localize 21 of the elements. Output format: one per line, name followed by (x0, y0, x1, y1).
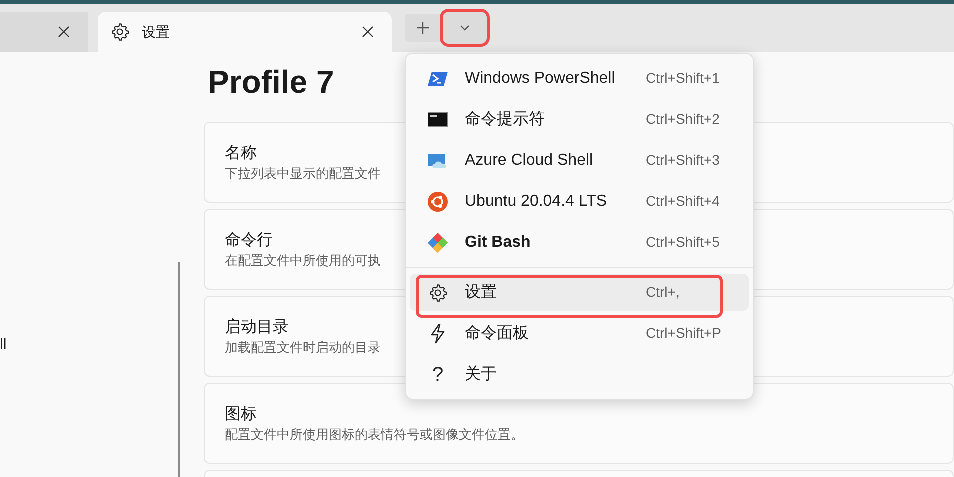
setting-description: 在配置文件中所使用的可执 (225, 252, 381, 270)
menu-item-label: 关于 (465, 364, 498, 384)
shortcut-text: Ctrl+, (646, 283, 681, 302)
setting-title: 图标 (225, 404, 257, 424)
setting-description: 下拉列表中显示的配置文件 (225, 164, 381, 182)
menu-item-label: Git Bash (465, 232, 532, 252)
setting-title: 启动目录 (225, 318, 289, 338)
menu-item-label: 命令面板 (465, 324, 530, 344)
menu-item-label: Windows PowerShell (465, 68, 616, 88)
setting-title: 名称 (225, 144, 257, 164)
shortcut-text: Ctrl+Shift+5 (646, 233, 721, 252)
shortcut-text: Ctrl+Shift+3 (646, 151, 721, 170)
tab-label: 设置 (142, 22, 170, 42)
shortcut-text: Ctrl+Shift+1 (646, 69, 721, 88)
menu-item-label: 设置 (465, 282, 498, 302)
setting-description: 配置文件中所使用图标的表情符号或图像文件位置。 (225, 426, 524, 444)
setting-title: 命令行 (225, 230, 273, 250)
setting-description: 加载配置文件时启动的目录 (225, 338, 381, 356)
shortcut-text: Ctrl+Shift+P (646, 324, 722, 343)
page-title: Profile 7 (208, 63, 334, 102)
menu-item-label: Azure Cloud Shell (465, 150, 594, 170)
